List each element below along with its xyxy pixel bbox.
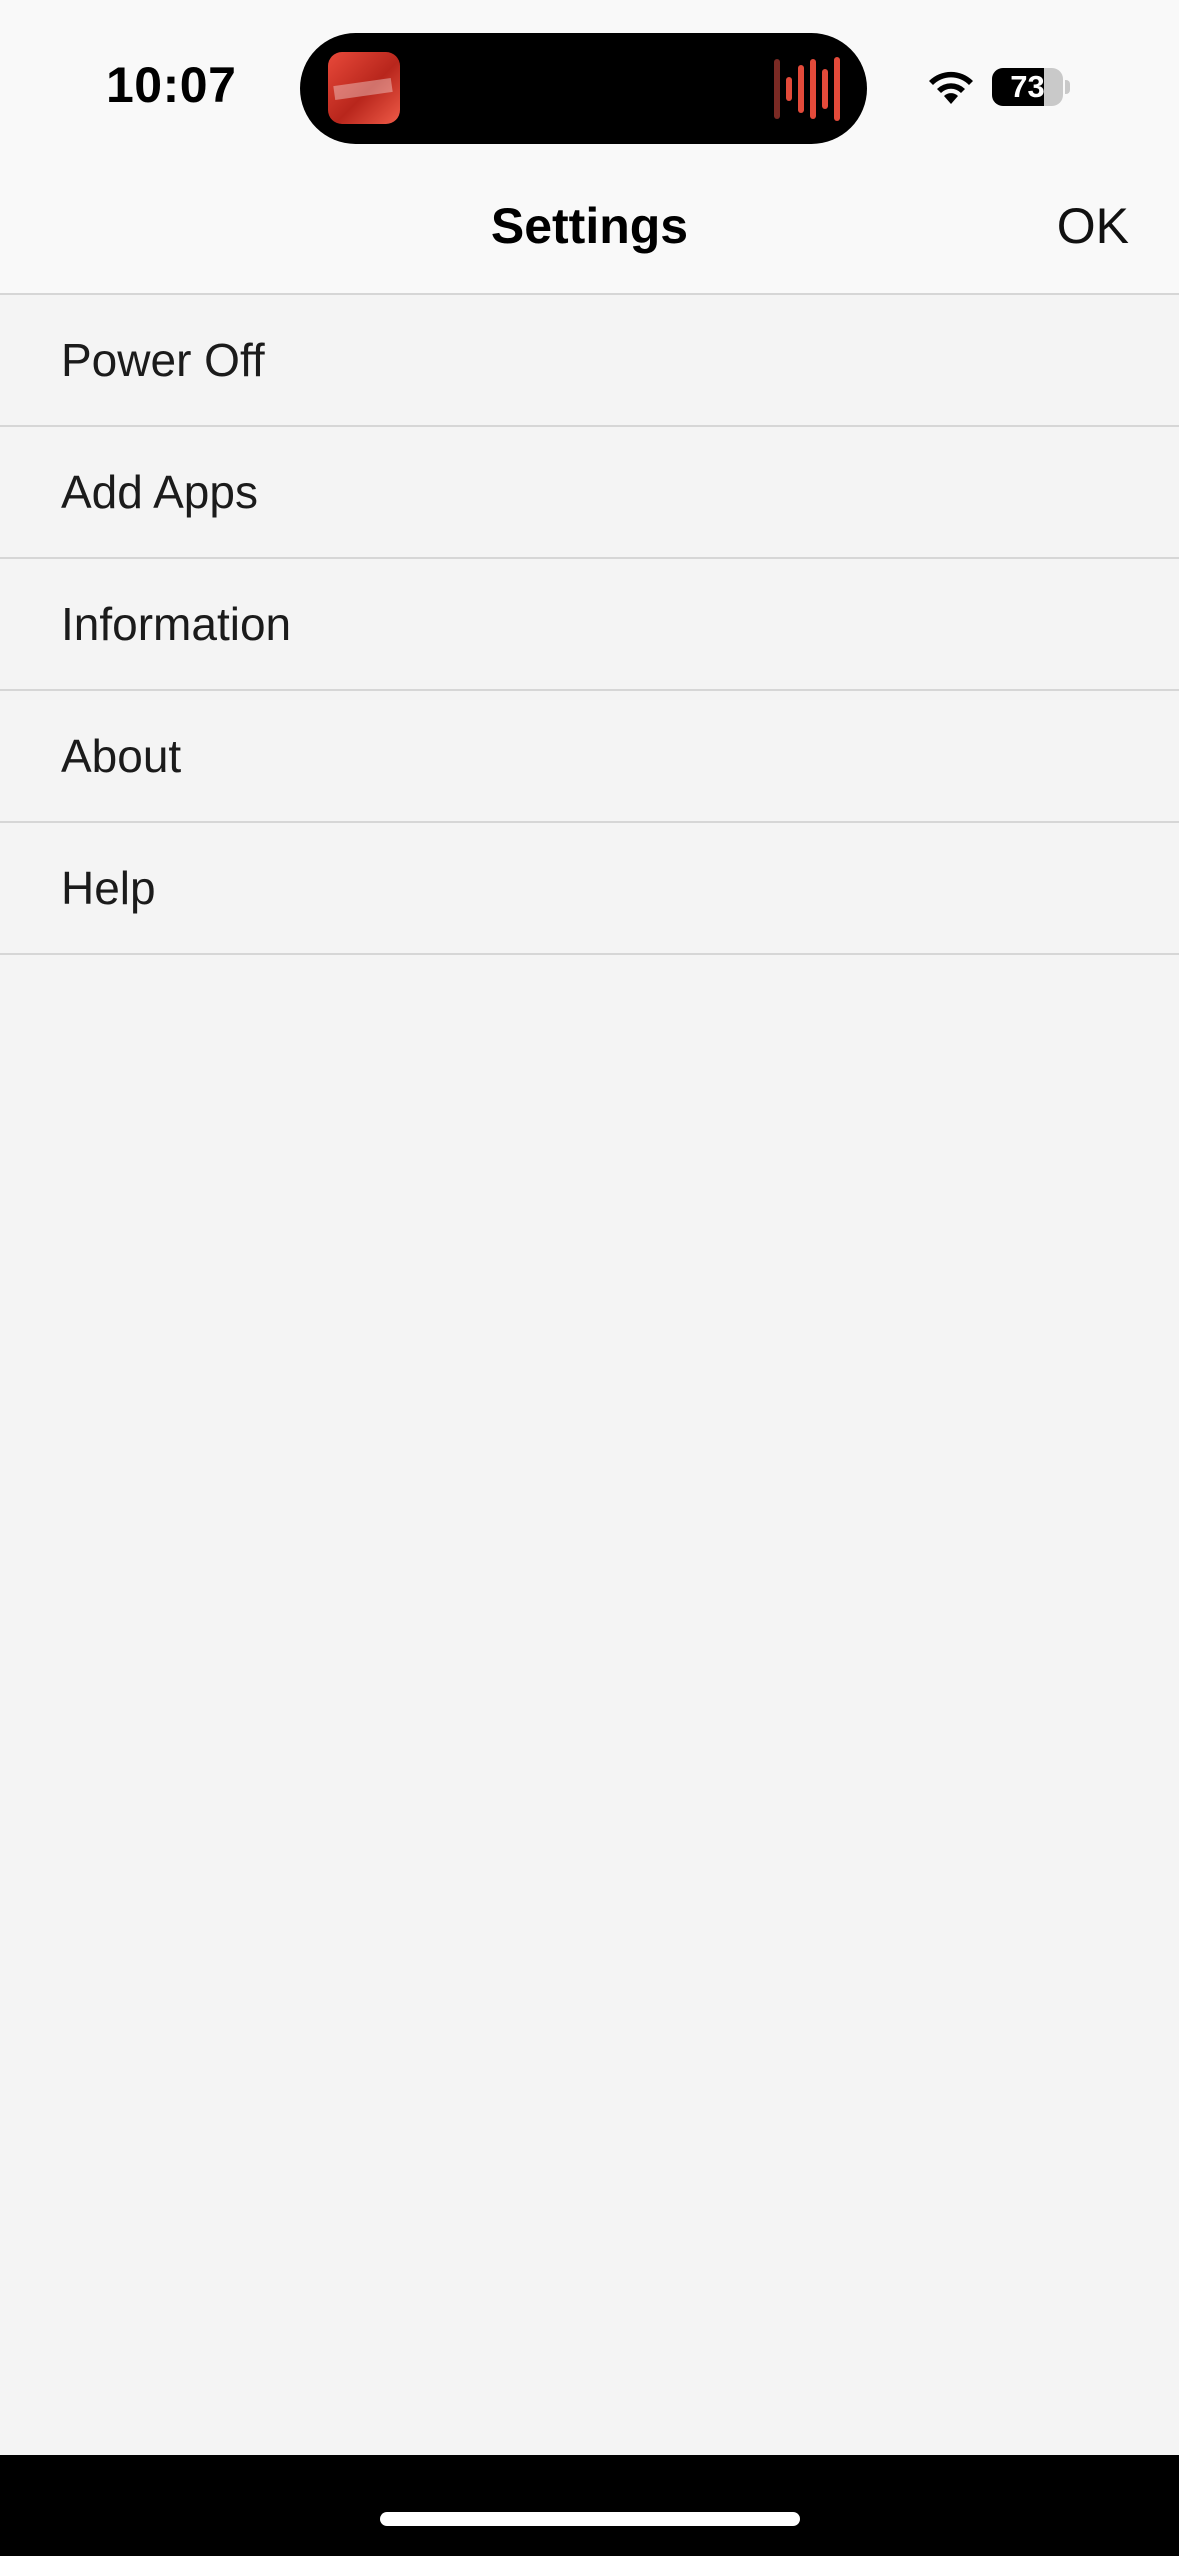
menu-item-label: About: [61, 730, 182, 782]
menu-item-label: Information: [61, 598, 292, 650]
menu-item-label: Help: [61, 862, 156, 914]
menu-item-power-off[interactable]: Power Off: [0, 295, 1179, 427]
bottom-bar: [0, 2455, 1179, 2556]
album-art-icon: [328, 52, 400, 124]
ok-button[interactable]: OK: [1057, 197, 1129, 255]
menu-item-about[interactable]: About: [0, 691, 1179, 823]
page-title: Settings: [490, 198, 689, 254]
menu-item-help[interactable]: Help: [0, 823, 1179, 955]
settings-menu-list: Power Off Add Apps Information About Hel…: [0, 295, 1179, 955]
menu-item-label: Add Apps: [61, 466, 258, 518]
menu-item-label: Power Off: [61, 334, 265, 386]
battery-cap: [1065, 80, 1070, 94]
audio-waveform-icon: [774, 57, 840, 121]
menu-item-information[interactable]: Information: [0, 559, 1179, 691]
wifi-icon: [929, 71, 973, 104]
battery-level-text: 73: [1010, 69, 1045, 104]
navigation-bar: Settings OK: [0, 175, 1179, 295]
status-bar: 10:07 73: [0, 0, 1179, 175]
menu-item-add-apps[interactable]: Add Apps: [0, 427, 1179, 559]
dynamic-island[interactable]: [300, 33, 867, 144]
battery-icon: 73: [992, 68, 1063, 106]
status-time: 10:07: [106, 57, 237, 113]
home-indicator[interactable]: [380, 2512, 800, 2526]
